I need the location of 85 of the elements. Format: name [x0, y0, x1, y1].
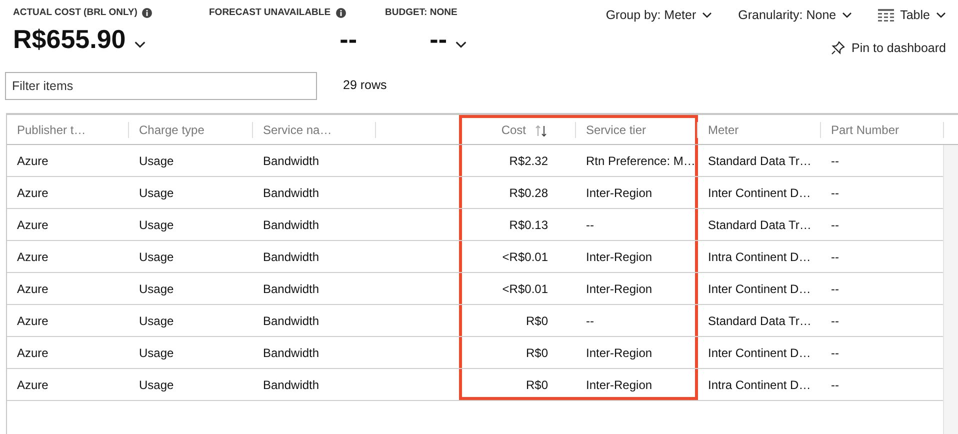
table-cell-text: Usage — [139, 344, 174, 362]
table-cell-text: Bandwidth — [263, 280, 320, 298]
table-cell-text: Azure — [17, 216, 48, 234]
table-cell-text: Usage — [139, 216, 174, 234]
table-cell-text: -- — [831, 216, 839, 234]
table-cell-text: R$0.28 — [509, 184, 548, 202]
info-icon — [142, 8, 152, 18]
table-cell-text: R$0 — [526, 376, 548, 394]
filter-field[interactable]: Filter items — [5, 72, 317, 100]
table-cell-text: Bandwidth — [263, 152, 320, 170]
table-cell-text: Inter-Region — [586, 376, 652, 394]
table-cell-text: Usage — [139, 312, 174, 330]
column-header[interactable]: Charge type — [139, 120, 204, 138]
table-cell-text: Standard Data Tr… — [708, 152, 812, 170]
table-cell-text: Usage — [139, 376, 174, 394]
chevron-icon — [936, 12, 946, 18]
column-header[interactable]: Service na… — [263, 120, 332, 138]
table-cell-text: Inter-Region — [586, 344, 652, 362]
table-cell-text: Azure — [17, 280, 48, 298]
chevron-icon — [134, 41, 146, 48]
table-cell-text: -- — [831, 312, 839, 330]
table-cell-text: <R$0.01 — [502, 280, 548, 298]
table-cell-text: R$0.13 — [509, 216, 548, 234]
column-header[interactable]: Publisher t… — [17, 120, 86, 138]
info-icon — [336, 8, 346, 18]
table-cell-text: Inter Continent D… — [708, 280, 811, 298]
table-cell-text: Standard Data Tr… — [708, 312, 812, 330]
table-cell-text: Usage — [139, 184, 174, 202]
summary-label: ACTUAL COST (BRL ONLY) — [13, 6, 138, 20]
table-cell-text: Inter Continent D… — [708, 344, 811, 362]
dropdown-button[interactable]: Group by: Meter — [606, 6, 712, 25]
sort-icon[interactable] — [535, 125, 547, 137]
chevron-icon — [455, 41, 467, 48]
table-cell-text: Inter-Region — [586, 184, 652, 202]
table-cell-text: Azure — [17, 312, 48, 330]
summary-label: FORECAST UNAVAILABLE — [209, 6, 331, 20]
table-cell-text: Inter-Region — [586, 280, 652, 298]
summary-value: -- — [430, 23, 447, 56]
table-cell-text: Bandwidth — [263, 216, 320, 234]
table-cell-text: Usage — [139, 280, 174, 298]
table-cell-text: Azure — [17, 344, 48, 362]
pin-icon — [831, 41, 846, 56]
table-cell-text: Intra Continent D… — [708, 248, 811, 266]
chevron-icon — [842, 12, 852, 18]
table-cell-text: R$0 — [526, 344, 548, 362]
column-header[interactable]: Part Number — [831, 120, 900, 138]
table-cell-text: -- — [831, 152, 839, 170]
table-cell-text: Bandwidth — [263, 248, 320, 266]
summary-label: BUDGET: NONE — [385, 6, 458, 20]
table-cell-text: Azure — [17, 152, 48, 170]
table-cell-text: -- — [586, 216, 594, 234]
table-cell-text: Azure — [17, 184, 48, 202]
summary-value: -- — [340, 23, 357, 56]
table-cell-text: Usage — [139, 152, 174, 170]
summary-value: R$655.90 — [13, 23, 126, 56]
row-count: 29 rows — [343, 77, 387, 94]
table-cell-text: Bandwidth — [263, 312, 320, 330]
column-header[interactable]: Cost — [501, 120, 526, 138]
table-cell-text: Inter Continent D… — [708, 184, 811, 202]
table-cell-text: -- — [586, 312, 594, 330]
table-cell-text: Azure — [17, 376, 48, 394]
table-cell-text: <R$0.01 — [502, 248, 548, 266]
chevron-icon — [702, 12, 712, 18]
table-cell-text: Bandwidth — [263, 376, 320, 394]
table-cell-text: -- — [831, 184, 839, 202]
table-icon — [878, 8, 894, 22]
table-cell-text: Rtn Preference: M… — [586, 152, 696, 170]
table-cell-text: Inter-Region — [586, 248, 652, 266]
view-dropdown[interactable]: Table — [878, 6, 946, 25]
table-cell-text: Standard Data Tr… — [708, 216, 812, 234]
column-header[interactable]: Meter — [708, 120, 739, 138]
table-cell-text: -- — [831, 344, 839, 362]
table-cell-text: -- — [831, 248, 839, 266]
table-cell-text: Intra Continent D… — [708, 376, 811, 394]
table-cell-text: Azure — [17, 248, 48, 266]
table-cell-text: R$2.32 — [509, 152, 548, 170]
table-cell-text: Usage — [139, 248, 174, 266]
dropdown-button[interactable]: Granularity: None — [738, 6, 852, 25]
pin-button[interactable]: Pin to dashboard — [831, 38, 946, 58]
table-cell-text: -- — [831, 280, 839, 298]
table-cell-text: R$0 — [526, 312, 548, 330]
table-cell-text: Bandwidth — [263, 344, 320, 362]
column-header[interactable]: Service tier — [586, 120, 646, 138]
table-cell-text: -- — [831, 376, 839, 394]
table-cell-text: Bandwidth — [263, 184, 320, 202]
